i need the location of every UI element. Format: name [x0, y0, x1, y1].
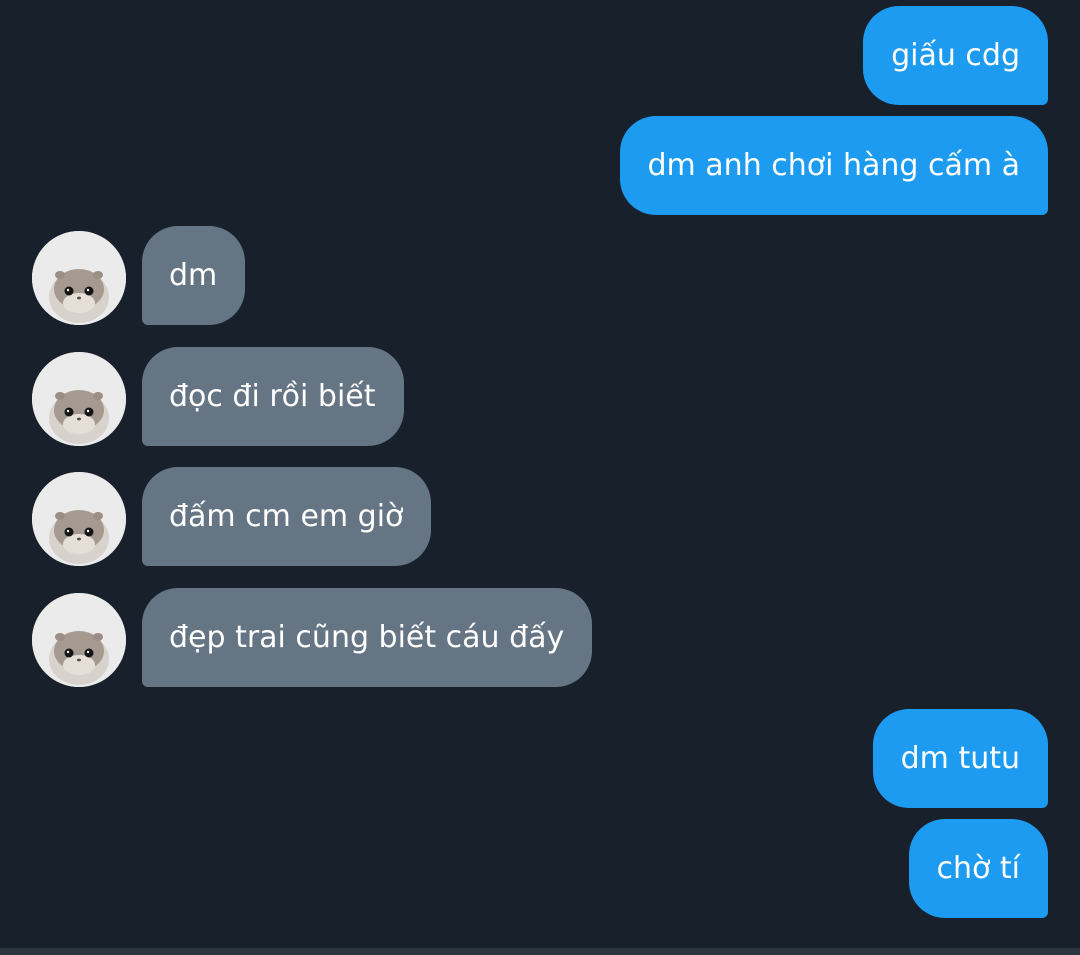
bottom-divider [0, 948, 1080, 955]
message-text: chờ tí [936, 851, 1021, 886]
received-message-bubble[interactable]: đọc đi rồi biết [142, 347, 404, 446]
received-message-bubble[interactable]: đẹp trai cũng biết cáu đấy [142, 588, 593, 687]
message-thread: giấu cdg dm anh chơi hàng cấm à dm đọc đ… [0, 0, 1080, 948]
message-text: đẹp trai cũng biết cáu đấy [169, 620, 565, 655]
hamster-avatar-icon[interactable] [32, 231, 126, 325]
message-text: dm tutu [900, 741, 1020, 776]
message-text: dm [169, 258, 218, 293]
message-text: đọc đi rồi biết [169, 379, 376, 414]
received-message-bubble[interactable]: dm [142, 226, 246, 325]
message-text: đấm cm em giờ [169, 499, 404, 534]
sent-message-bubble[interactable]: chờ tí [908, 819, 1048, 918]
hamster-avatar-icon[interactable] [32, 593, 126, 687]
hamster-avatar-icon[interactable] [32, 472, 126, 566]
sent-message-bubble[interactable]: dm anh chơi hàng cấm à [619, 116, 1048, 215]
hamster-avatar-icon[interactable] [32, 352, 126, 446]
message-text: giấu cdg [891, 38, 1020, 73]
message-text: dm anh chơi hàng cấm à [647, 148, 1021, 183]
sent-message-bubble[interactable]: giấu cdg [863, 6, 1048, 105]
received-message-bubble[interactable]: đấm cm em giờ [142, 467, 432, 566]
sent-message-bubble[interactable]: dm tutu [872, 709, 1048, 808]
